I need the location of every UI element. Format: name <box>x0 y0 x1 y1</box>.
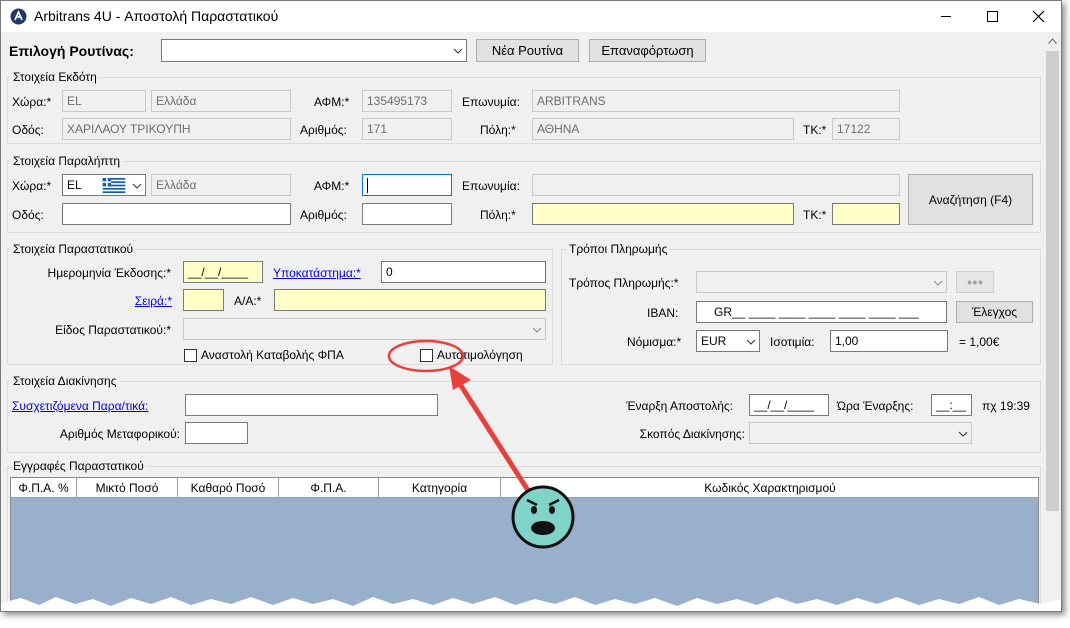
torn-edge <box>1 597 1061 611</box>
main-window: Arbitrans 4U - Αποστολή Παραστατικού Επι… <box>0 0 1062 612</box>
annotation-overlay <box>387 339 575 549</box>
highlight-circle <box>387 339 465 373</box>
pointer-arrow-line <box>455 378 541 509</box>
worried-face-icon <box>511 485 575 549</box>
